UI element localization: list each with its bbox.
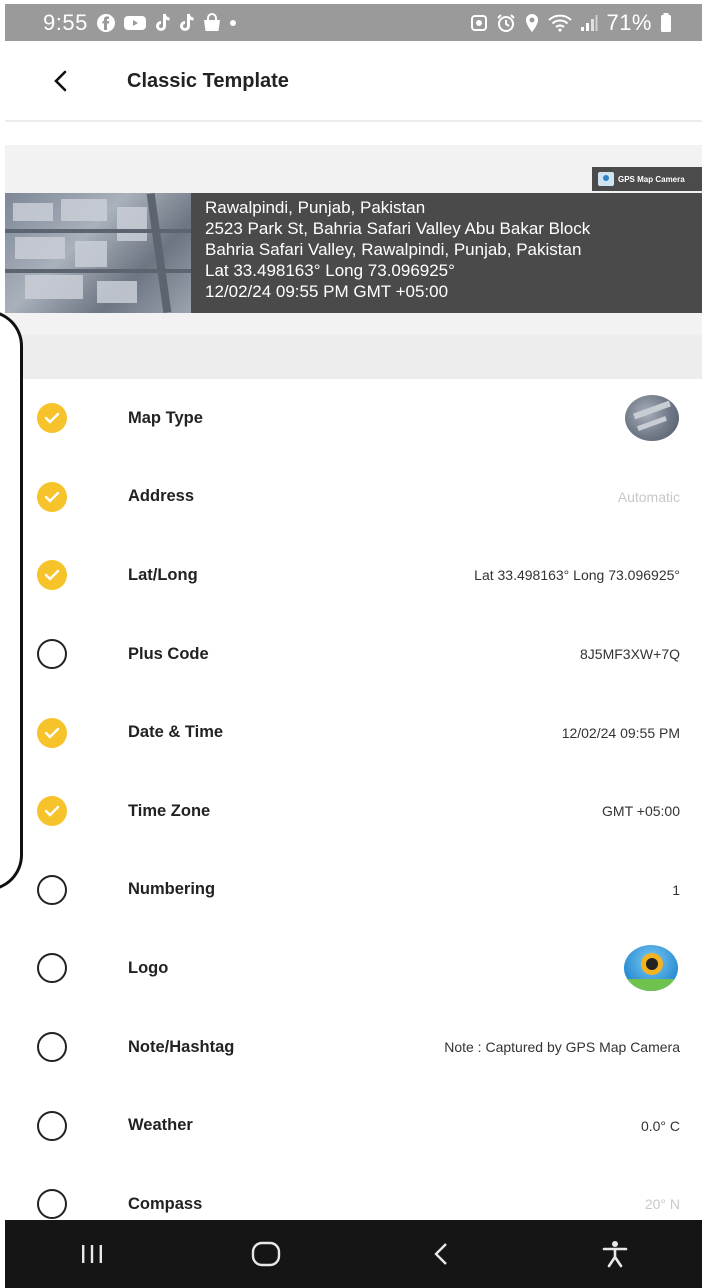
checkbox-unchecked-icon[interactable] — [37, 639, 67, 670]
option-value: 12/02/24 09:55 PM — [561, 724, 680, 741]
option-label: Time Zone — [128, 801, 211, 820]
back-button[interactable] — [41, 61, 81, 101]
stamp-city: Rawalpindi, Punjab, Pakistan — [205, 198, 426, 217]
option-label: Compass — [128, 1194, 203, 1213]
system-back-button[interactable] — [411, 1229, 471, 1279]
stamp-datetime: 12/02/24 09:55 PM GMT +05:00 — [205, 282, 449, 301]
gps-map-camera-logo-icon[interactable] — [624, 945, 678, 992]
accessibility-button[interactable] — [585, 1229, 645, 1279]
shopping-bag-icon — [202, 12, 222, 33]
checkbox-unchecked-icon[interactable] — [37, 953, 67, 984]
option-weather[interactable]: Weather 0.0° C — [5, 1086, 702, 1165]
option-value: Note : Captured by GPS Map Camera — [444, 1039, 680, 1056]
stamp-text: Rawalpindi, Punjab, Pakistan 2523 Park S… — [191, 193, 702, 313]
status-bar: 9:55 71% — [5, 4, 702, 41]
option-label: Numbering — [128, 880, 216, 899]
stamp-area: Bahria Safari Valley, Rawalpindi, Punjab… — [205, 240, 582, 259]
badge-label: GPS Map Camera — [618, 174, 685, 184]
option-numbering[interactable]: Numbering 1 — [5, 851, 702, 930]
option-value: 20° N — [644, 1196, 680, 1213]
checkbox-checked-icon[interactable] — [37, 560, 67, 591]
accessibility-icon — [602, 1241, 628, 1268]
checkbox-checked-icon[interactable] — [37, 403, 67, 434]
checkbox-checked-icon[interactable] — [37, 796, 67, 827]
app-header: Classic Template — [5, 42, 702, 122]
option-lat-long[interactable]: Lat/Long Lat 33.498163° Long 73.096925° — [5, 536, 702, 615]
option-value: Automatic — [617, 488, 680, 505]
tiktok-icon — [154, 13, 170, 33]
option-map-type[interactable]: Map Type — [5, 379, 702, 458]
option-value: 1 — [672, 881, 680, 898]
youtube-icon — [123, 15, 146, 31]
option-value: Lat 33.498163° Long 73.096925° — [474, 567, 680, 584]
back-icon — [433, 1243, 447, 1265]
checkbox-unchecked-icon[interactable] — [37, 1110, 67, 1141]
checkbox-unchecked-icon[interactable] — [37, 874, 67, 905]
stamp-latlong: Lat 33.498163° Long 73.096925° — [205, 261, 455, 280]
tiktok-icon — [178, 13, 194, 33]
option-label: Date & Time — [128, 723, 224, 742]
template-preview: GPS Map Camera Rawalpindi, Punjab, Pakis… — [5, 145, 702, 335]
alarm-icon — [496, 13, 516, 33]
options-list: Map Type Address Automatic Lat/Long Lat … — [5, 379, 702, 1244]
option-value: 0.0° C — [640, 1117, 680, 1134]
location-icon — [524, 13, 540, 33]
clock: 9:55 — [43, 9, 88, 35]
option-value: 8J5MF3XW+7Q — [580, 646, 680, 663]
option-value: GMT +05:00 — [602, 803, 680, 820]
page-title: Classic Template — [127, 69, 289, 92]
option-label: Plus Code — [128, 644, 209, 663]
home-icon — [252, 1241, 281, 1267]
option-time-zone[interactable]: Time Zone GMT +05:00 — [5, 772, 702, 851]
option-label: Weather — [128, 1116, 193, 1135]
option-label: Lat/Long — [128, 565, 198, 584]
signal-icon — [580, 14, 598, 32]
satellite-map-thumbnail — [5, 193, 191, 313]
option-logo[interactable]: Logo — [5, 929, 702, 1008]
section-divider — [5, 335, 702, 379]
checkbox-unchecked-icon[interactable] — [37, 1189, 67, 1220]
notification-dot-icon — [229, 19, 236, 26]
checkbox-unchecked-icon[interactable] — [37, 1032, 67, 1063]
checkbox-checked-icon[interactable] — [37, 717, 67, 748]
system-navigation-bar — [5, 1220, 702, 1288]
option-note-hashtag[interactable]: Note/Hashtag Note : Captured by GPS Map … — [5, 1008, 702, 1087]
left-overlay-frame — [0, 310, 23, 891]
chevron-left-icon — [54, 70, 67, 92]
location-stamp: Rawalpindi, Punjab, Pakistan 2523 Park S… — [5, 193, 702, 313]
checkbox-checked-icon[interactable] — [37, 481, 67, 512]
recent-apps-button[interactable] — [62, 1229, 122, 1279]
option-label: Note/Hashtag — [128, 1037, 235, 1056]
home-button[interactable] — [236, 1229, 296, 1279]
gps-map-camera-logo-icon — [598, 172, 614, 186]
stamp-address: 2523 Park St, Bahria Safari Valley Abu B… — [205, 219, 591, 238]
option-address[interactable]: Address Automatic — [5, 458, 702, 537]
option-label: Logo — [128, 958, 169, 977]
option-label: Map Type — [128, 408, 203, 427]
battery-icon — [660, 12, 672, 33]
option-label: Address — [128, 487, 195, 506]
map-type-thumbnail[interactable] — [625, 395, 679, 442]
facebook-icon — [96, 13, 116, 33]
gps-map-camera-badge: GPS Map Camera — [592, 167, 702, 191]
recent-apps-icon — [82, 1245, 103, 1263]
battery-percent: 71% — [606, 9, 652, 35]
option-date-time[interactable]: Date & Time 12/02/24 09:55 PM — [5, 693, 702, 772]
wifi-icon — [548, 14, 573, 32]
screenshot-icon — [470, 14, 488, 32]
option-plus-code[interactable]: Plus Code 8J5MF3XW+7Q — [5, 615, 702, 694]
